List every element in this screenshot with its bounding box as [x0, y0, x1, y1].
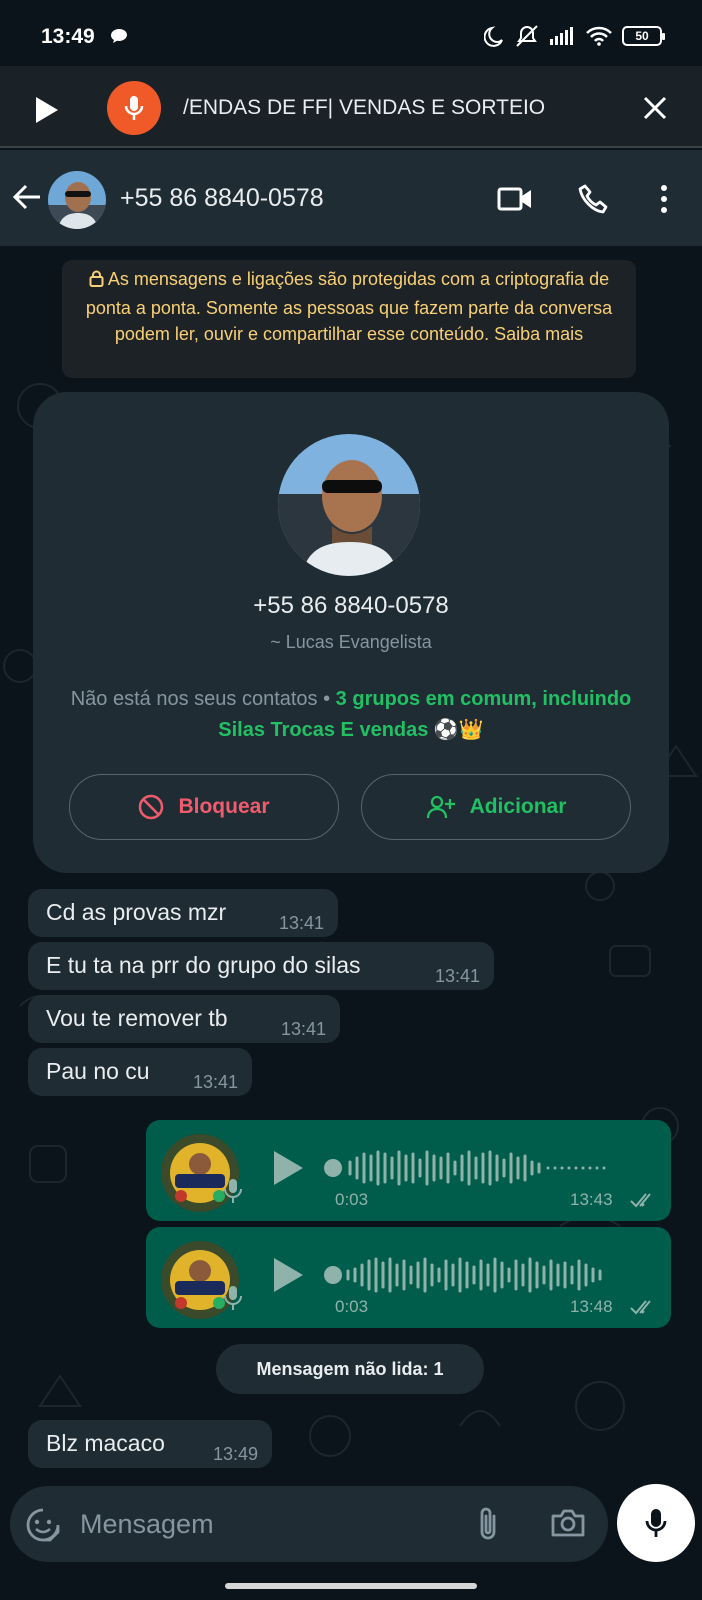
- status-time: 13:49: [41, 25, 95, 48]
- contact-avatar[interactable]: [278, 434, 420, 576]
- play-icon[interactable]: [272, 1257, 304, 1298]
- contact-number: +55 86 8840-0578: [253, 592, 449, 619]
- emoji-sticker-icon[interactable]: [26, 1508, 60, 1547]
- notification-text: /ENDAS DE FF| VENDAS E SORTEIO: [183, 96, 546, 119]
- incoming-message[interactable]: Cd as provas mzr 13:41: [28, 889, 338, 937]
- unread-divider: Mensagem não lida: 1: [216, 1344, 484, 1394]
- chat-body[interactable]: As mensagens e ligações são protegidas c…: [0, 246, 702, 1484]
- message-input[interactable]: [80, 1504, 460, 1544]
- contact-card: +55 86 8840-0578 ~ Lucas Evangelista Não…: [33, 392, 669, 873]
- message-time: 13:41: [434, 966, 480, 986]
- message-time: 13:43: [570, 1190, 613, 1209]
- not-in-contacts-text: Não está nos seus contatos •: [70, 688, 336, 710]
- audio-waveform[interactable]: [324, 1146, 614, 1190]
- outgoing-voice-message[interactable]: 0:03 13:43: [146, 1120, 671, 1221]
- incoming-message[interactable]: Vou te remover tb 13:41: [28, 995, 340, 1043]
- voice-duration: 0:03: [335, 1297, 369, 1316]
- encryption-notice[interactable]: As mensagens e ligações são protegidas c…: [62, 260, 636, 378]
- voice-mic-icon: [224, 1178, 242, 1209]
- audio-notification-bar[interactable]: /ENDAS DE FF| VENDAS E SORTEIO: [0, 66, 702, 148]
- wifi-icon: [586, 26, 612, 46]
- incoming-message[interactable]: Blz macaco 13:49: [28, 1420, 272, 1468]
- lock-icon: [89, 268, 104, 295]
- message-time: 13:41: [280, 1019, 326, 1039]
- audio-waveform[interactable]: [324, 1253, 614, 1297]
- contact-info: Não está nos seus contatos • 3 grupos em…: [53, 684, 649, 746]
- chat-notification-icon: [110, 28, 128, 49]
- incoming-message[interactable]: E tu ta na prr do grupo do silas 13:41: [28, 942, 494, 990]
- message-time: 13:41: [192, 1072, 238, 1092]
- add-contact-button[interactable]: Adicionar: [361, 774, 631, 840]
- message-composer: [10, 1486, 608, 1562]
- block-button[interactable]: Bloquear: [69, 774, 339, 840]
- mic-icon: [645, 1509, 667, 1537]
- message-text: E tu ta na prr do grupo do silas: [46, 952, 361, 978]
- phone-call-icon[interactable]: [578, 183, 610, 220]
- video-call-icon[interactable]: [497, 186, 533, 217]
- battery-indicator: 50: [622, 26, 665, 46]
- home-indicator[interactable]: [225, 1583, 477, 1589]
- contact-push-name: ~ Lucas Evangelista: [270, 632, 432, 652]
- more-options-icon[interactable]: [660, 184, 668, 219]
- back-arrow-icon[interactable]: [12, 184, 41, 215]
- incoming-message[interactable]: Pau no cu 13:41: [28, 1048, 252, 1096]
- message-text: Blz macaco: [46, 1430, 165, 1456]
- status-bar: 13:49 50: [0, 0, 702, 66]
- avatar[interactable]: [48, 171, 106, 229]
- add-label: Adicionar: [469, 795, 567, 818]
- message-time: 13:49: [212, 1444, 258, 1464]
- block-label: Bloquear: [178, 795, 270, 818]
- chat-title[interactable]: +55 86 8840-0578: [120, 184, 324, 213]
- close-icon[interactable]: [642, 95, 668, 126]
- voice-duration: 0:03: [335, 1190, 369, 1209]
- voice-mic-icon: [224, 1285, 242, 1316]
- double-check-icon: [630, 1192, 658, 1213]
- status-icons: 50: [484, 24, 665, 48]
- block-icon: [139, 794, 164, 820]
- play-icon[interactable]: [34, 96, 60, 129]
- add-person-icon: [426, 795, 455, 819]
- message-text: Pau no cu: [46, 1058, 150, 1084]
- record-voice-button[interactable]: [617, 1484, 695, 1562]
- message-text: Cd as provas mzr: [46, 899, 227, 925]
- camera-icon[interactable]: [550, 1508, 586, 1543]
- play-icon[interactable]: [272, 1150, 304, 1191]
- message-time: 13:41: [278, 913, 324, 933]
- signal-icon: [550, 27, 573, 45]
- double-check-icon: [630, 1299, 658, 1320]
- chat-header: +55 86 8840-0578: [0, 150, 702, 246]
- paperclip-icon[interactable]: [476, 1506, 500, 1547]
- mic-icon[interactable]: [107, 81, 161, 135]
- message-text: Vou te remover tb: [46, 1005, 228, 1031]
- message-time: 13:48: [570, 1297, 613, 1316]
- encryption-text: As mensagens e ligações são protegidas c…: [85, 269, 613, 344]
- muted-bell-icon: [516, 25, 538, 47]
- outgoing-voice-message[interactable]: 0:03 13:48: [146, 1227, 671, 1328]
- moon-icon: [484, 26, 503, 47]
